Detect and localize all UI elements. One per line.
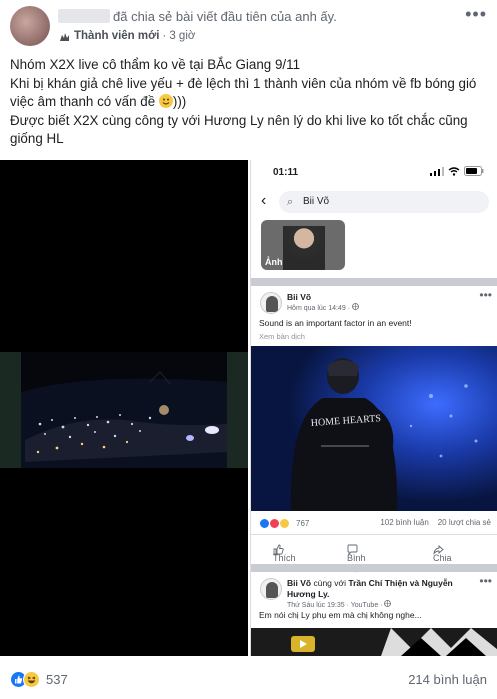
wifi-icon xyxy=(448,166,460,176)
phone-search-row: ‹ ⌕ Bii Võ xyxy=(251,188,497,218)
post-line-2: Khi bị khán giả chê live yếu + đè lệch t… xyxy=(10,75,488,112)
back-arrow-icon[interactable]: ‹ xyxy=(261,192,266,210)
post-line-2-text: Khi bị khán giả chê live yếu + đè lệch t… xyxy=(10,75,477,110)
fb-post-photo[interactable]: HOME HEARTS xyxy=(251,346,497,511)
youtube-preview-image xyxy=(251,628,497,656)
share-description: đã chia sẻ bài viết đầu tiên của anh ấy. xyxy=(113,9,337,24)
post-meta: Thành viên mới · 3 giờ xyxy=(58,30,195,42)
post-footer: 537 214 bình luận xyxy=(0,663,497,699)
haha-reaction-icon xyxy=(23,671,40,688)
post-body: Nhóm X2X live cô thẩm ko về tại BẮc Gian… xyxy=(10,56,488,149)
see-translation-link[interactable]: Xem bản dịch xyxy=(259,332,305,341)
fb-post-avatar[interactable] xyxy=(260,292,282,314)
status-time: 01:11 xyxy=(273,167,299,178)
globe-icon xyxy=(352,303,359,310)
phone-search-input[interactable]: ⌕ Bii Võ xyxy=(279,191,489,213)
post-line-2-suffix: ))) xyxy=(172,94,187,109)
reaction-count: 537 xyxy=(46,672,68,687)
fb-post-2-time: Thứ Sáu lúc 19:35 · YouTube · xyxy=(287,600,392,609)
phone-status-bar: 01:11 xyxy=(251,160,497,184)
more-options-icon[interactable]: ••• xyxy=(465,4,487,25)
fb-post-author[interactable]: Bii Võ xyxy=(287,292,477,303)
battery-icon xyxy=(464,166,484,176)
author-avatar[interactable] xyxy=(10,6,50,46)
member-badge[interactable]: Thành viên mới xyxy=(74,30,160,42)
fb-post-2-time-text: Thứ Sáu lúc 19:35 · YouTube · xyxy=(287,602,383,609)
fb-comment-count[interactable]: 102 bình luận xyxy=(380,518,429,527)
fb-post-time: Hôm qua lúc 14:49 · xyxy=(287,303,359,312)
new-member-icon xyxy=(60,33,69,41)
photos-card[interactable]: Ảnh xyxy=(261,220,345,270)
share-button[interactable]: Chia sẻ xyxy=(433,544,452,573)
post-reactions[interactable]: 537 xyxy=(10,671,68,688)
search-value: Bii Võ xyxy=(303,196,330,207)
signal-icon xyxy=(430,166,444,176)
like-label: Thích xyxy=(273,553,296,563)
author-name-blurred[interactable] xyxy=(58,9,110,23)
photos-label: Ảnh xyxy=(265,257,283,267)
fb-post-2-tagged[interactable]: Trần Chí Thiện và Nguyễn Hương Ly. xyxy=(287,578,453,599)
fb-post-text: Sound is an important factor in an event… xyxy=(259,318,412,328)
post-time[interactable]: 3 giờ xyxy=(169,30,195,42)
like-button[interactable]: Thích xyxy=(273,544,296,563)
fb-post-2-author-line: Bii Võ cùng với Trần Chí Thiện và Nguyễn… xyxy=(287,578,477,600)
comment-button[interactable]: Bình luận xyxy=(347,544,366,573)
singer-on-stage-image: HOME HEARTS xyxy=(251,346,497,511)
post-line-3: Được biết X2X cùng công ty với Hương Ly … xyxy=(10,112,468,147)
profile-photo-thumbnail xyxy=(283,226,325,270)
status-icons xyxy=(430,166,484,176)
search-icon: ⌕ xyxy=(287,196,294,208)
fb-post-2-text: Em nói chị Ly phụ em mà chị không nghe..… xyxy=(259,610,422,620)
post-line-1: Nhóm X2X live cô thẩm ko về tại BẮc Gian… xyxy=(10,57,301,72)
fb-post-2-header: Bii Võ cùng với Trần Chí Thiện và Nguyễn… xyxy=(251,572,497,612)
fb-post-time-text: Hôm qua lúc 14:49 · xyxy=(287,305,351,312)
fb-post-counts: 102 bình luận 20 lượt chia sẻ xyxy=(380,518,491,527)
fb-share-count[interactable]: 20 lượt chia sẻ xyxy=(438,518,491,527)
comment-count[interactable]: 214 bình luận xyxy=(408,672,487,687)
fb-post-more-icon[interactable]: ••• xyxy=(479,288,492,302)
facebook-post: đã chia sẻ bài viết đầu tiên của anh ấy.… xyxy=(0,0,497,699)
fb-post-actions: Thích Bình luận Chia sẻ xyxy=(251,534,497,573)
haha-reaction-icon xyxy=(279,518,290,529)
section-divider-2 xyxy=(251,564,497,572)
phone-screenshot: 01:11 ‹ ⌕ Bii Võ Ảnh Bii Võ Hôm qua lúc … xyxy=(250,160,497,656)
fb-post-2-avatar[interactable] xyxy=(260,578,282,600)
fb-post-2-author[interactable]: Bii Võ xyxy=(287,578,311,588)
video-player[interactable] xyxy=(0,160,248,656)
youtube-preview-strip[interactable] xyxy=(251,628,497,656)
concert-video-frame xyxy=(0,352,248,468)
globe-icon-2 xyxy=(384,600,392,607)
fb-post-2-more-icon[interactable]: ••• xyxy=(479,574,492,588)
section-divider xyxy=(251,278,497,286)
fb-post-2-with: cùng với xyxy=(313,578,346,588)
fb-post-reactions[interactable]: 767 xyxy=(259,518,309,529)
meta-separator: · xyxy=(162,30,167,42)
concert-crowd-image xyxy=(21,352,227,468)
smile-emoji-icon xyxy=(158,94,173,108)
fb-reaction-count: 767 xyxy=(296,519,310,528)
